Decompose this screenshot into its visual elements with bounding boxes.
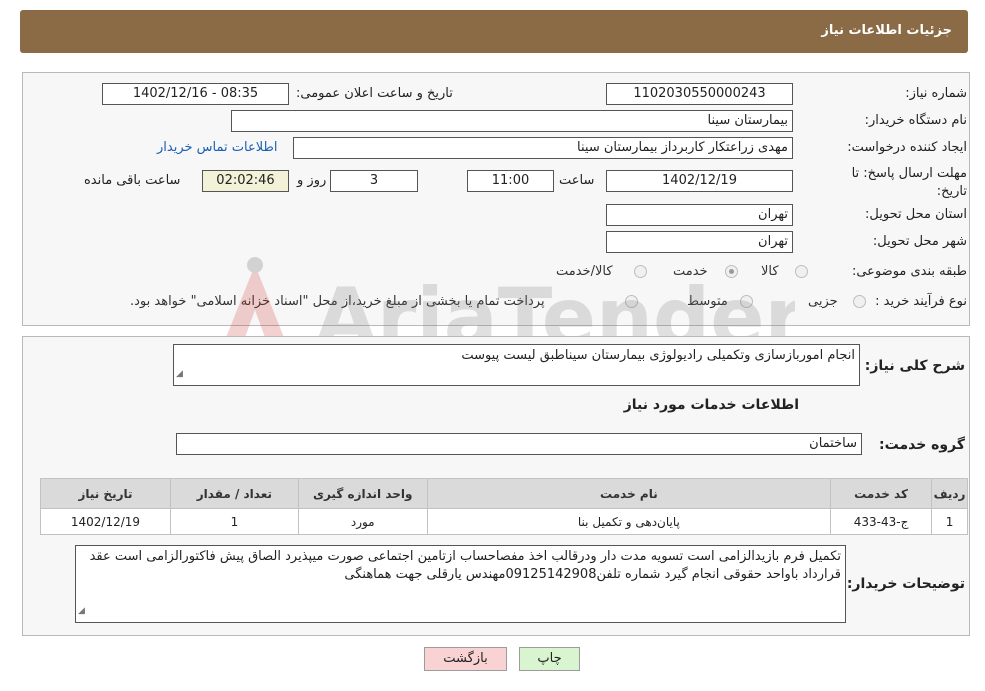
service-group-label: گروه خدمت: [879, 437, 965, 453]
service-group-field: ساختمان [176, 433, 862, 455]
print-button[interactable]: چاپ [519, 647, 580, 671]
requester-field: مهدی زراعتکار کاربرداز بیمارستان سینا [293, 137, 793, 159]
need-number-field: 1102030550000243 [606, 83, 793, 105]
category-option-goods: کالا [761, 264, 779, 279]
deadline-time-label: ساعت [559, 173, 595, 188]
cell-service-code: ج-43-433 [830, 508, 933, 535]
back-button[interactable]: بازگشت [424, 647, 507, 671]
cell-quantity: 1 [169, 508, 299, 535]
cell-need-date: 1402/12/19 [40, 508, 171, 535]
deadline-date-field: 1402/12/19 [606, 170, 793, 192]
col-header-service-code: کد خدمت [830, 478, 933, 509]
services-section-title: اطلاعات خدمات مورد نیاز [623, 397, 799, 413]
page-title: جزئیات اطلاعات نیاز [821, 23, 952, 38]
province-label: استان محل تحویل: [865, 207, 967, 222]
col-header-service-name: نام خدمت [426, 478, 832, 509]
need-number-label: شماره نیاز: [905, 86, 967, 101]
announce-datetime-label: تاریخ و ساعت اعلان عمومی: [296, 86, 453, 101]
table-row: 1 ج-43-433 پایان‌دهی و تکمیل بنا مورد 1 … [40, 508, 968, 535]
purchase-process-label: نوع فرآیند خرید : [875, 294, 967, 309]
resize-grip-icon[interactable]: ◢ [176, 365, 183, 383]
announce-datetime-field: 1402/12/16 - 08:35 [102, 83, 289, 105]
buyer-notes-label: توضیحات خریدار: [846, 576, 965, 592]
col-header-need-date: تاریخ نیاز [40, 478, 171, 509]
treasury-note: پرداخت تمام یا بخشی از مبلغ خرید،از محل … [130, 294, 545, 309]
category-radio-service[interactable] [725, 265, 738, 278]
summary-text: انجام اموربازسازی وتکمیلی رادیولوژی بیما… [461, 348, 855, 363]
city-label: شهر محل تحویل: [872, 234, 967, 249]
services-table: ردیف کد خدمت نام خدمت واحد اندازه گیری ت… [40, 478, 968, 535]
city-field: تهران [606, 231, 793, 253]
buyer-contact-link[interactable]: اطلاعات تماس خریدار [157, 140, 277, 155]
category-radio-goods[interactable] [795, 265, 808, 278]
col-header-row-num: ردیف [931, 478, 968, 509]
process-radio-medium[interactable] [740, 295, 753, 308]
cell-row-num: 1 [931, 508, 968, 535]
category-radio-goods-service[interactable] [634, 265, 647, 278]
deadline-label: مهلت ارسال پاسخ: تا تاریخ: [851, 166, 967, 199]
summary-textarea[interactable]: انجام اموربازسازی وتکمیلی رادیولوژی بیما… [173, 344, 860, 386]
col-header-unit: واحد اندازه گیری [297, 478, 428, 509]
process-radio-partial[interactable] [853, 295, 866, 308]
requester-label: ایجاد کننده درخواست: [847, 140, 967, 155]
cell-unit: مورد [297, 508, 428, 535]
province-field: تهران [606, 204, 793, 226]
process-option-partial: جزیی [808, 294, 838, 309]
remaining-time-field: 02:02:46 [202, 170, 289, 192]
category-option-goods-service: کالا/خدمت [556, 264, 613, 279]
buyer-org-field: بیمارستان سینا [231, 110, 793, 132]
category-label: طبقه بندی موضوعی: [851, 264, 967, 279]
col-header-quantity: تعداد / مقدار [169, 478, 299, 509]
table-header-row: ردیف کد خدمت نام خدمت واحد اندازه گیری ت… [40, 478, 968, 509]
resize-grip-icon[interactable]: ◢ [78, 602, 85, 620]
remaining-time-label: ساعت باقی مانده [84, 173, 181, 188]
buyer-org-label: نام دستگاه خریدار: [864, 113, 967, 128]
page-header: جزئیات اطلاعات نیاز [20, 10, 968, 53]
treasury-checkbox[interactable] [625, 295, 638, 308]
buyer-notes-textarea[interactable]: تکمیل فرم بازیدالزامی است تسویه مدت دار … [75, 545, 846, 623]
cell-service-name: پایان‌دهی و تکمیل بنا [426, 508, 832, 535]
remaining-days-field: 3 [330, 170, 418, 192]
days-label: روز و [297, 173, 327, 188]
process-option-medium: متوسط [687, 294, 728, 309]
category-option-service: خدمت [673, 264, 708, 279]
buyer-notes-text: تکمیل فرم بازیدالزامی است تسویه مدت دار … [89, 549, 841, 582]
summary-label: شرح کلی نیاز: [864, 358, 965, 374]
deadline-time-field: 11:00 [467, 170, 554, 192]
